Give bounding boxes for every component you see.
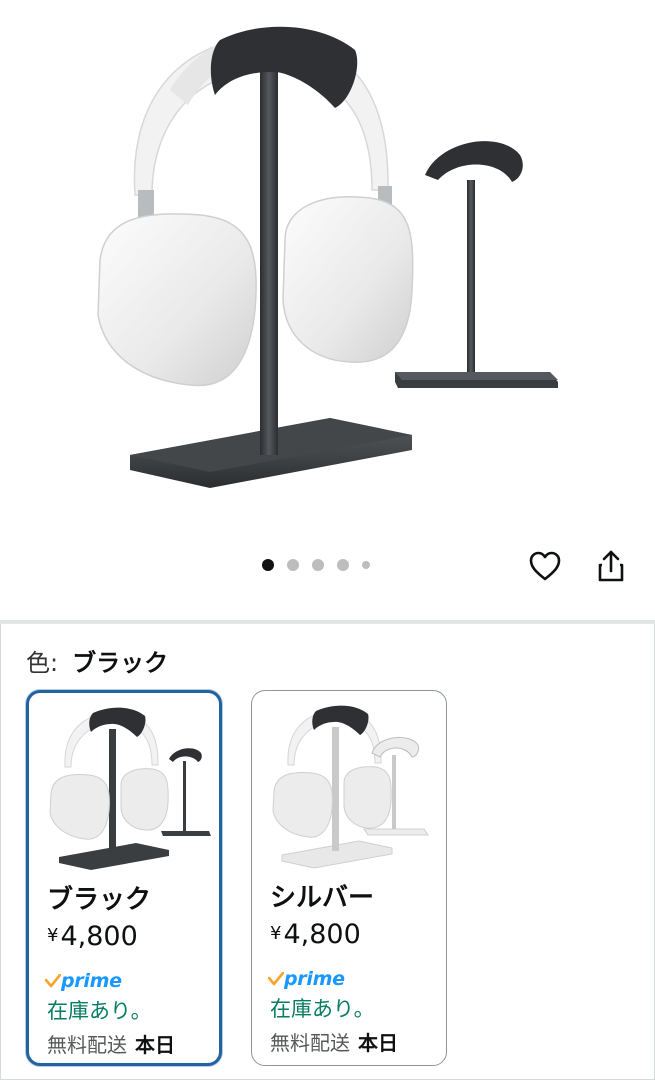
share-icon: [598, 550, 624, 582]
prime-badge: prime: [268, 967, 345, 991]
price-value: 4,800: [60, 921, 138, 952]
currency-symbol: ¥: [270, 923, 282, 944]
prime-label: prime: [284, 968, 345, 990]
stock-status: 在庫あり。: [270, 997, 375, 1021]
prime-badge: prime: [45, 969, 122, 993]
product-main-image[interactable]: [80, 10, 600, 510]
color-option-price: ¥ 4,800: [47, 921, 138, 952]
carousel-dot-2[interactable]: [287, 559, 299, 571]
stock-status: 在庫あり。: [47, 999, 152, 1023]
section-divider: [0, 620, 655, 624]
color-option-price: ¥ 4,800: [270, 919, 361, 950]
carousel-dot-4[interactable]: [337, 559, 349, 571]
prime-label: prime: [61, 970, 122, 992]
carousel-dot-3[interactable]: [312, 559, 324, 571]
shipping-label: 無料配送: [47, 1033, 127, 1057]
shipping-label: 無料配送: [270, 1031, 350, 1055]
shipping-day: 本日: [358, 1031, 398, 1055]
currency-symbol: ¥: [47, 925, 59, 946]
color-key: 色:: [26, 649, 59, 677]
color-option-thumbnail: [272, 705, 429, 869]
color-selection-label: 色: ブラック: [26, 643, 168, 678]
prime-check-icon: [268, 972, 284, 986]
color-option-name: ブラック: [47, 885, 152, 915]
color-option-black[interactable]: ブラック ¥ 4,800 prime 在庫あり。 無料配送 本日: [26, 690, 222, 1066]
price-value: 4,800: [283, 919, 361, 950]
product-image-gallery[interactable]: [0, 0, 655, 620]
image-carousel-dots[interactable]: [262, 556, 370, 574]
selected-color-value: ブラック: [72, 649, 169, 677]
share-button[interactable]: [590, 546, 632, 586]
shipping-info: 無料配送 本日: [270, 1027, 398, 1056]
carousel-dot-5[interactable]: [362, 561, 370, 569]
color-option-silver[interactable]: シルバー ¥ 4,800 prime 在庫あり。 無料配送 本日: [251, 690, 447, 1066]
shipping-day: 本日: [135, 1033, 175, 1057]
heart-icon: [529, 551, 561, 581]
color-option-thumbnail: [49, 707, 211, 870]
color-option-name: シルバー: [270, 883, 375, 913]
shipping-info: 無料配送 本日: [47, 1029, 175, 1058]
prime-check-icon: [45, 974, 61, 988]
carousel-dot-1[interactable]: [262, 559, 274, 571]
add-to-wishlist-button[interactable]: [524, 546, 566, 586]
